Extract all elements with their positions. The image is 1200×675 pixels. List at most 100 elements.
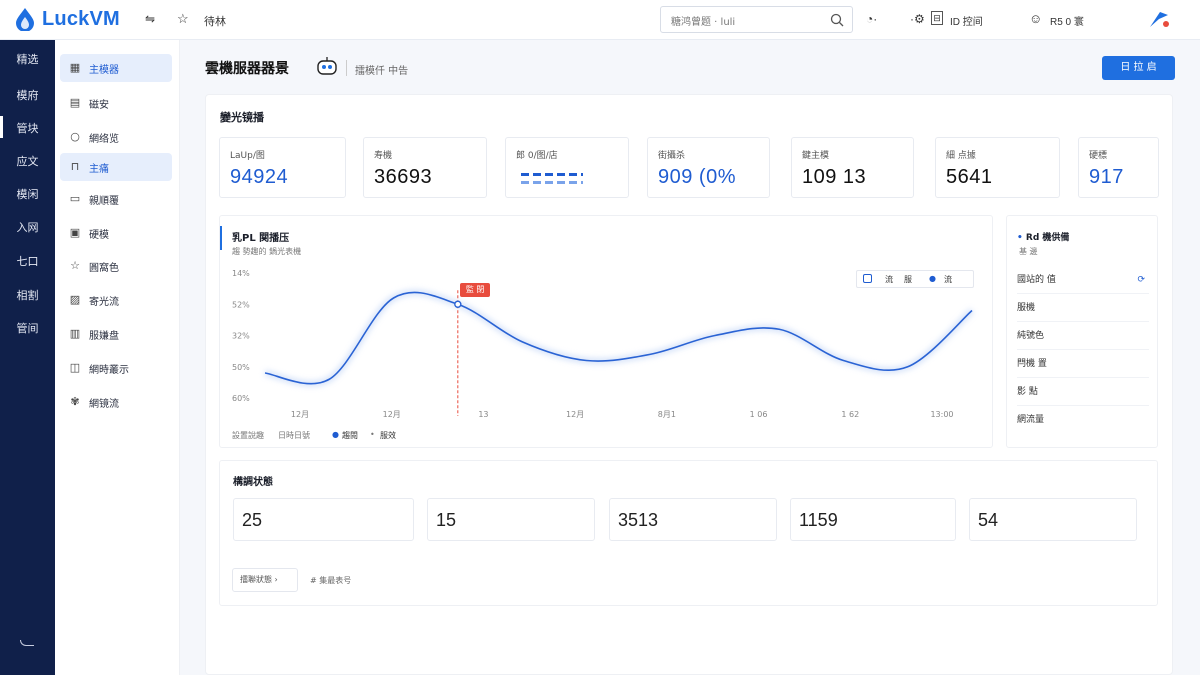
secondary-nav-item[interactable]: ▣ 硬模 [60,219,172,247]
stat-value: 54 [978,510,999,530]
primary-nav-item[interactable]: 精选 [0,45,55,75]
stat-box[interactable]: 25 [233,498,414,541]
kpi-card[interactable]: 寿機 36693 [363,137,487,198]
active-indicator [0,116,3,138]
x-tick-label: 1 06 [750,410,768,419]
page-title: 雲機服器器景 [205,61,289,77]
search-input[interactable]: 糖鸿曾题 · luli [671,13,735,28]
document-icon[interactable]: ⊟ [931,11,943,25]
highlight-point[interactable] [454,300,462,308]
stat-box[interactable]: 15 [427,498,595,541]
nav-label[interactable]: 待林 [204,13,226,29]
panel-row[interactable]: 服機 [1017,294,1149,322]
y-tick-label: 32% [232,332,250,341]
kpi-card[interactable]: 街攝杀 909 (0% [647,137,770,198]
collapse-icon[interactable] [20,640,34,646]
search-icon[interactable] [830,13,844,27]
user-label[interactable]: R5 0 寰 [1050,13,1084,28]
gear-icon: ✾ [70,395,80,408]
logo-icon [16,8,34,31]
secondary-nav-item[interactable]: ▤ 磁安 [60,89,172,117]
nav-label: 網镜流 [89,398,119,410]
secondary-nav-item[interactable]: ▨ 寄光流 [60,286,172,314]
loading-bar [521,181,583,184]
kpi-value: 917 [1089,166,1124,188]
nav-label: 硬模 [89,229,109,241]
kpi-value: 909 (0% [658,166,736,188]
kpi-value: 94924 [230,166,289,188]
primary-nav-item[interactable]: 管间 [0,314,55,344]
disk-icon: ▤ [69,96,81,109]
nav-label: 主模器 [89,64,119,76]
panel-row[interactable]: 閂機 置 [1017,350,1149,378]
y-tick-label: 60% [232,394,250,403]
primary-nav-item[interactable]: 模府 [0,81,55,111]
panel-row[interactable]: 影 點 [1017,378,1149,406]
image-icon: ▨ [69,293,81,306]
trend-chart[interactable]: 14% 52% 32% 50% 60% 12月 12月 13 12月 8月1 1 06 1 62 13:… [220,216,994,449]
stat-box[interactable]: 3513 [609,498,777,541]
nav-label: 圓窩色 [89,262,119,274]
primary-nav-item[interactable]: 管块 [0,114,55,144]
search-box[interactable]: 糖鸿曾题 · luli [660,6,853,33]
kpi-card[interactable]: 鍵主模 109 13 [791,137,914,198]
secondary-nav-item[interactable]: ▭ 親順覆 [60,185,172,213]
filter-button[interactable]: 擂聯狀態 › [232,568,298,592]
stat-value: 1159 [799,510,838,530]
nav-label: 寄光流 [89,296,119,308]
page-subtitle: 擂模仟 中告 [355,66,409,77]
legend-dot: • [370,430,375,439]
primary-nav-item[interactable]: 入网 [0,213,55,243]
chart-footer-text: 趨閱 [342,431,358,440]
chart-footer-text: 設置說趣 [232,431,264,440]
legend-dot: ● [332,430,339,439]
refresh-icon[interactable]: ⟳ [1137,266,1145,294]
primary-nav-item[interactable]: 模闲 [0,180,55,210]
settings-icon[interactable]: ·⚙ [910,12,925,26]
user-icon[interactable]: ☺ [1029,11,1042,26]
kpi-card[interactable]: 郎 0/图/店 [505,137,629,198]
kpi-card[interactable]: LaUp/图 94924 [219,137,346,198]
kpi-card[interactable]: 細 点據 5641 [935,137,1060,198]
secondary-nav-item[interactable]: ⊓ 主痛 [60,153,172,181]
stat-value: 25 [242,510,263,530]
stat-box[interactable]: 54 [969,498,1137,541]
stat-value: 15 [436,510,457,530]
panel-row[interactable]: 國站的 值 ⟳ [1017,266,1149,294]
kpi-card[interactable]: 硬標 917 [1078,137,1159,198]
grid-icon: ▦ [69,61,81,74]
secondary-nav-item[interactable]: ◫ 網時叢示 [60,354,172,382]
primary-nav-item[interactable]: 应文 [0,147,55,177]
brand-name: LuckVM [42,7,120,30]
primary-action-button[interactable]: 日 拉 启 [1102,56,1175,80]
panel-row[interactable]: 網流量 [1017,406,1149,434]
y-tick-label: 14% [232,269,250,278]
kpi-label: 寿機 [374,151,393,161]
primary-nav-item[interactable]: 七口 [0,247,55,277]
panel-subtitle: 基 邊 [1019,247,1038,256]
primary-sidebar: 精选 模府 管块 应文 模闲 入网 七口 相割 管间 [0,40,55,675]
stat-box[interactable]: 1159 [790,498,956,541]
filter-label: 擂聯狀態 [240,575,272,584]
secondary-nav-item[interactable]: ☆ 圓窩色 [60,252,172,280]
status-title: 構調状態 [233,477,273,488]
nav-label: 主痛 [89,163,109,175]
doc-label[interactable]: ID 控间 [950,13,983,28]
secondary-nav-item[interactable]: ✾ 網镜流 [60,388,172,416]
x-tick-label: 13:00 [930,410,953,419]
clock-icon[interactable]: ◔· [866,12,877,26]
star-icon[interactable]: ☆ [177,11,189,27]
flag-icon[interactable] [1148,9,1170,29]
secondary-nav-item[interactable]: ○ 網络览 [60,123,172,151]
panel-row[interactable]: 純號色 [1017,322,1149,350]
brand[interactable]: LuckVM [14,7,120,31]
secondary-nav-item[interactable]: ▥ 服嫌盘 [60,320,172,348]
x-tick-label: 12月 [566,410,584,419]
nav-label: 網時叢示 [89,364,129,376]
right-panel: • Rd 機供備 基 邊 國站的 值 ⟳ 服機 純號色 閂機 置 影 點 網流量 [1006,215,1158,448]
kpi-label: 鍵主模 [802,151,830,161]
menu-icon[interactable]: ⇋ [145,12,155,26]
primary-nav-item[interactable]: 相割 [0,281,55,311]
clock-icon: ◫ [69,361,81,374]
secondary-nav-item[interactable]: ▦ 主模器 [60,54,172,82]
